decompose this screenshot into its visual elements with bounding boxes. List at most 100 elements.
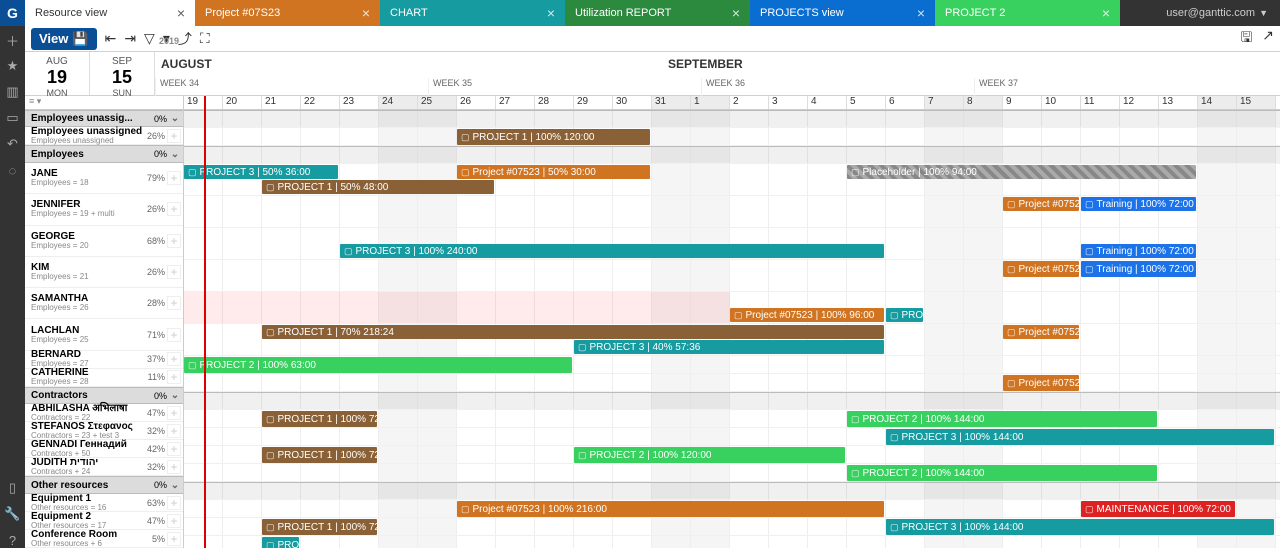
add-task-icon[interactable]: +: [167, 424, 181, 438]
add-task-icon[interactable]: +: [167, 406, 181, 420]
task-bar[interactable]: ▢PROJECT 3 | 50% 36:00: [184, 165, 338, 179]
task-bar[interactable]: ▢Placeholder | 100% 94:00: [847, 165, 1196, 179]
add-icon[interactable]: ＋: [5, 32, 21, 48]
day-header[interactable]: 30: [613, 96, 652, 109]
add-task-icon[interactable]: +: [167, 234, 181, 248]
task-bar[interactable]: ▢Training | 100% 72:00: [1081, 197, 1196, 211]
chevron-down-icon[interactable]: ⌄: [167, 113, 183, 124]
calendar-icon[interactable]: ▭: [5, 110, 21, 126]
add-task-icon[interactable]: +: [167, 171, 181, 185]
add-task-icon[interactable]: +: [167, 532, 181, 546]
resource-row[interactable]: KIMEmployees = 2126%+: [25, 257, 183, 288]
close-icon[interactable]: ×: [547, 5, 555, 21]
filter-icon[interactable]: ▽: [144, 30, 155, 47]
export-icon[interactable]: ⤴: [178, 29, 192, 49]
resource-row[interactable]: JANEEmployees = 1879%+: [25, 163, 183, 194]
tab-5[interactable]: PROJECT 2×: [935, 0, 1120, 26]
chevron-down-icon[interactable]: ⌄: [167, 480, 183, 491]
add-task-icon[interactable]: +: [167, 202, 181, 216]
chevron-down-icon[interactable]: ⌄: [167, 149, 183, 160]
help-icon[interactable]: ?: [5, 532, 21, 548]
tab-1[interactable]: Project #07S23×: [195, 0, 380, 26]
close-icon[interactable]: ×: [177, 5, 185, 21]
day-header[interactable]: 27: [496, 96, 535, 109]
resource-row[interactable]: JUDITH יהודיתContractors + 2432%+: [25, 458, 183, 476]
day-header[interactable]: 29: [574, 96, 613, 109]
task-bar[interactable]: ▢Training | 100% 72:00: [1081, 244, 1196, 258]
day-header[interactable]: 20: [223, 96, 262, 109]
resource-row[interactable]: SAMANTHAEmployees = 2628%+: [25, 288, 183, 319]
chevron-down-icon[interactable]: ⌄: [167, 390, 183, 401]
wrench-icon[interactable]: 🔧: [5, 506, 21, 522]
task-bar[interactable]: ▢Project #07523 | 100% 96:00: [730, 308, 884, 322]
task-bar[interactable]: ▢PROJ...: [262, 537, 299, 548]
add-task-icon[interactable]: +: [167, 514, 181, 528]
group-header[interactable]: Employees unassig...0%⌄: [25, 110, 183, 128]
resource-row[interactable]: Equipment 2Other resources = 1747%+: [25, 512, 183, 530]
task-bar[interactable]: ▢Training | 100% 72:00: [1081, 261, 1196, 277]
day-header[interactable]: 31: [652, 96, 691, 109]
resource-row[interactable]: Equipment 1Other resources = 1663%+: [25, 494, 183, 512]
resource-row[interactable]: GEORGEEmployees = 2068%+: [25, 226, 183, 257]
add-task-icon[interactable]: +: [167, 296, 181, 310]
day-header[interactable]: 21: [262, 96, 301, 109]
indent-right-icon[interactable]: ⇥: [124, 30, 136, 47]
resource-row[interactable]: ABHILASHA अभिलाषाContractors = 2247%+: [25, 404, 183, 422]
task-bar[interactable]: ▢Project #07523 | 100% 216:00: [457, 501, 884, 517]
day-header[interactable]: 2: [730, 96, 769, 109]
day-header[interactable]: 25: [418, 96, 457, 109]
add-task-icon[interactable]: +: [167, 460, 181, 474]
drop-icon[interactable]: ◌: [5, 162, 21, 178]
add-task-icon[interactable]: +: [167, 328, 181, 342]
add-task-icon[interactable]: +: [167, 442, 181, 456]
day-header[interactable]: 1: [691, 96, 730, 109]
task-bar[interactable]: ▢PROJECT 1 | 100% 72:00: [262, 411, 377, 427]
day-header[interactable]: 24: [379, 96, 418, 109]
user-menu[interactable]: user@ganttic.com ▼: [1154, 0, 1280, 26]
close-icon[interactable]: ×: [362, 5, 370, 21]
day-header[interactable]: 26: [457, 96, 496, 109]
date-to[interactable]: SEP 15 SUN: [90, 52, 155, 95]
day-header[interactable]: 15: [1237, 96, 1276, 109]
day-header[interactable]: 22: [301, 96, 340, 109]
task-bar[interactable]: ▢PROJ...: [886, 308, 923, 322]
resource-row[interactable]: GENNADI ГеннадийContractors + 5042%+: [25, 440, 183, 458]
add-task-icon[interactable]: +: [167, 352, 181, 366]
resource-row[interactable]: Conference RoomOther resources + 65%+: [25, 530, 183, 548]
task-bar[interactable]: ▢PROJECT 3 | 40% 57:36: [574, 340, 884, 354]
resource-row[interactable]: JENNIFEREmployees = 19 + multi26%+: [25, 194, 183, 225]
task-bar[interactable]: ▢PROJECT 2 | 100% 144:00: [847, 411, 1157, 427]
task-bar[interactable]: ▢MAINTENANCE | 100% 72:00: [1081, 501, 1235, 517]
star-icon[interactable]: ★: [5, 58, 21, 74]
day-header[interactable]: 3: [769, 96, 808, 109]
task-bar[interactable]: ▢Project #07523 | ...: [1003, 197, 1079, 211]
add-task-icon[interactable]: +: [167, 370, 181, 384]
resource-row[interactable]: BERNARDEmployees = 2737%+: [25, 351, 183, 369]
tab-4[interactable]: PROJECTS view×: [750, 0, 935, 26]
day-header[interactable]: 9: [1003, 96, 1042, 109]
group-header[interactable]: Employees0%⌄: [25, 145, 183, 163]
task-bar[interactable]: ▢Project #07523 | ...: [1003, 261, 1079, 277]
tab-3[interactable]: Utilization REPORT×: [565, 0, 750, 26]
group-header[interactable]: Other resources0%⌄: [25, 476, 183, 494]
day-header[interactable]: 13: [1159, 96, 1198, 109]
share-icon[interactable]: ↗: [1262, 27, 1274, 51]
task-bar[interactable]: ▢PROJECT 2 | 100% 144:00: [847, 465, 1157, 481]
close-icon[interactable]: ×: [1102, 5, 1110, 21]
app-logo[interactable]: G: [0, 0, 25, 26]
day-header[interactable]: 10: [1042, 96, 1081, 109]
task-bar[interactable]: ▢PROJECT 1 | 100% 120:00: [457, 129, 650, 145]
add-task-icon[interactable]: +: [167, 496, 181, 510]
add-task-icon[interactable]: +: [167, 265, 181, 279]
task-bar[interactable]: ▢PROJECT 3 | 100% 144:00: [886, 519, 1274, 535]
task-bar[interactable]: ▢Project #07523 | 50% 30:00: [457, 165, 650, 179]
task-bar[interactable]: ▢PROJECT 1 | 100% 72:00: [262, 447, 377, 463]
tab-2[interactable]: CHART×: [380, 0, 565, 26]
gantt-chart[interactable]: 1920212223242526272829303112345678910111…: [184, 96, 1280, 548]
chart-icon[interactable]: ▥: [5, 84, 21, 100]
indent-left-icon[interactable]: ⇤: [105, 30, 117, 47]
task-bar[interactable]: ▢PROJECT 2 | 100% 120:00: [574, 447, 845, 463]
day-header[interactable]: 23: [340, 96, 379, 109]
task-bar[interactable]: ▢Project #07523 | ...: [1003, 375, 1079, 391]
day-header[interactable]: 11: [1081, 96, 1120, 109]
